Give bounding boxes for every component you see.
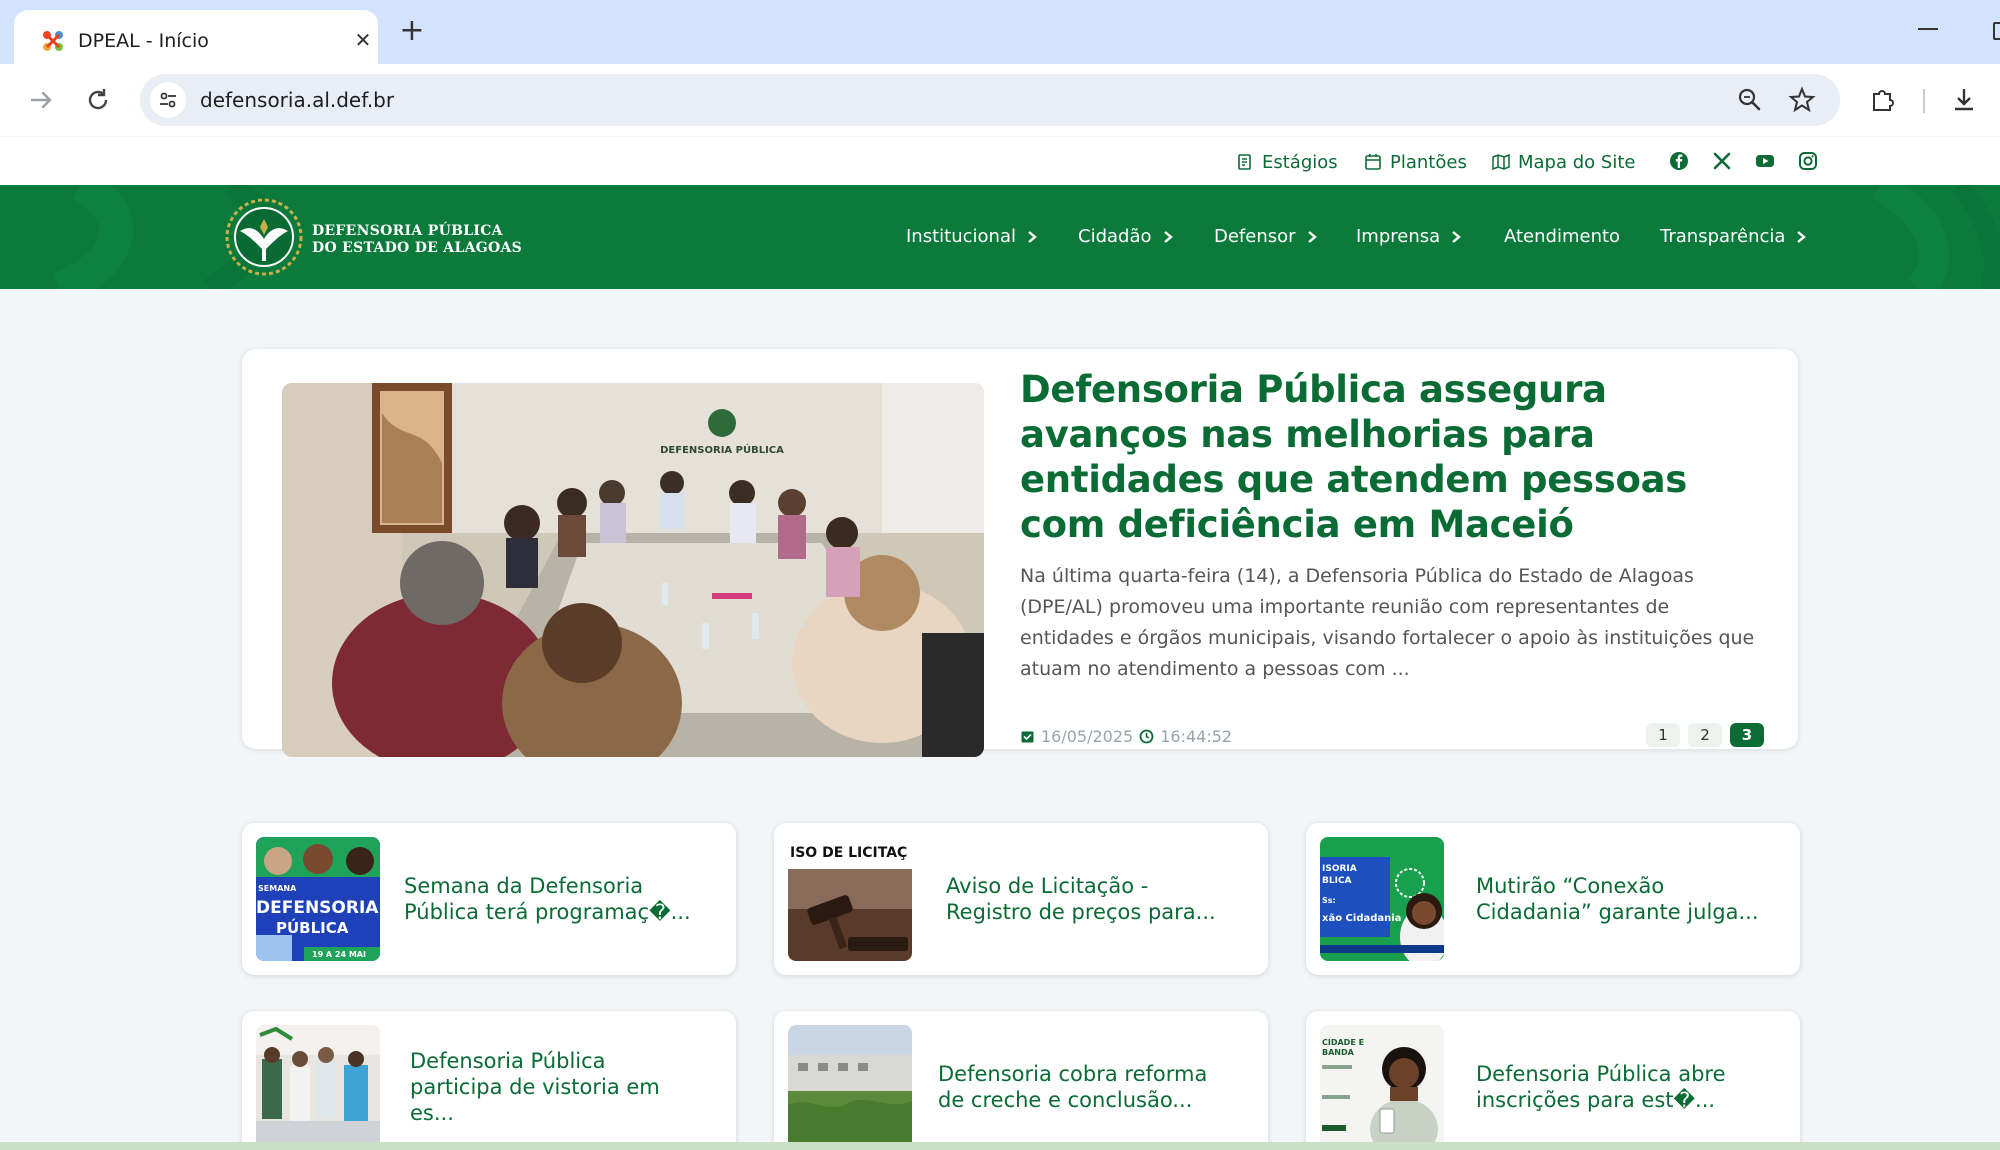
- svg-text:19 A 24 MAI: 19 A 24 MAI: [312, 950, 366, 959]
- news-thumbnail: CIDADE E BANDA: [1320, 1025, 1444, 1142]
- chevron-right-icon: [1797, 231, 1807, 243]
- browser-tab-strip: DPEAL - Início ✕ +: [0, 0, 2000, 64]
- featured-news-title[interactable]: Defensoria Pública assegura avanços nas …: [1020, 367, 1740, 547]
- svg-text:PÚBLICA: PÚBLICA: [276, 918, 349, 937]
- news-thumbnail: SEMANA DEFENSORIA PÚBLICA 19 A 24 MAI: [256, 837, 380, 961]
- svg-text:SEMANA: SEMANA: [258, 884, 297, 893]
- taskbar-edge: [0, 1142, 2000, 1150]
- clock-icon: [1139, 729, 1154, 744]
- svg-text:DEFENSORIA: DEFENSORIA: [256, 898, 379, 918]
- news-card-title[interactable]: Aviso de Licitação - Registro de preços p…: [946, 823, 1216, 975]
- youtube-icon[interactable]: [1754, 150, 1776, 172]
- calendar-icon: [1365, 154, 1381, 170]
- chevron-right-icon: [1307, 231, 1317, 243]
- close-tab-icon[interactable]: ✕: [350, 27, 376, 53]
- nav-item-cidadao[interactable]: Cidadão: [1078, 223, 1174, 251]
- nav-item-institucional[interactable]: Institucional: [906, 223, 1038, 251]
- browser-tab[interactable]: DPEAL - Início ✕: [14, 10, 378, 64]
- document-icon: [1238, 154, 1251, 170]
- photo-wall-sign: DEFENSORIA PÚBLICA: [660, 443, 784, 456]
- minimize-window-icon[interactable]: [1918, 28, 1938, 30]
- site-info-button[interactable]: [150, 82, 186, 118]
- utility-link-estagios[interactable]: Estágios: [1236, 151, 1338, 173]
- tab-title: DPEAL - Início: [78, 30, 209, 52]
- facebook-icon[interactable]: [1668, 150, 1690, 172]
- chevron-right-icon: [1452, 231, 1462, 243]
- new-tab-icon[interactable]: +: [396, 16, 428, 48]
- svg-text:BANDA: BANDA: [1322, 1048, 1355, 1057]
- meeting-photo[interactable]: DEFENSORIA PÚBLICA: [282, 383, 984, 757]
- svg-text:BLICA: BLICA: [1322, 876, 1352, 886]
- news-card[interactable]: SEMANA DEFENSORIA PÚBLICA 19 A 24 MAI Se…: [242, 823, 736, 975]
- chevron-right-icon: [1028, 231, 1037, 243]
- svg-text:Ss:: Ss:: [1322, 896, 1336, 905]
- news-card[interactable]: Defensoria Pública participa de vistoria …: [242, 1011, 736, 1142]
- featured-pagination: 1 2 3: [1646, 723, 1764, 747]
- news-card[interactable]: Defensoria cobra reforma de creche e conc…: [774, 1011, 1268, 1142]
- reload-icon[interactable]: [82, 84, 114, 116]
- download-icon[interactable]: [1948, 84, 1980, 116]
- utility-link-plantoes[interactable]: Plantões: [1364, 151, 1467, 173]
- forward-arrow-icon[interactable]: [26, 84, 58, 116]
- pagination-page-1[interactable]: 1: [1646, 723, 1680, 747]
- logo-wordmark[interactable]: DEFENSORIA PÚBLICA DO ESTADO DE ALAGOAS: [312, 223, 522, 257]
- utility-link-mapa-do-site[interactable]: Mapa do Site: [1492, 151, 1635, 173]
- zoom-icon[interactable]: [1734, 84, 1766, 116]
- news-card-title[interactable]: Defensoria Pública abre inscrições para e…: [1476, 1011, 1726, 1142]
- web-page: Estágios Plantões Mapa do Site DEFENSORI…: [0, 137, 2000, 1142]
- svg-text:ISO DE LICITAÇ: ISO DE LICITAÇ: [790, 845, 907, 861]
- tune-icon: [160, 92, 176, 108]
- featured-news-date: 16/05/2025: [1041, 727, 1134, 746]
- joomla-favicon-icon: [43, 31, 63, 51]
- x-icon[interactable]: [1711, 150, 1733, 172]
- featured-news-excerpt: Na última quarta-feira (14), a Defensori…: [1020, 565, 1755, 680]
- featured-news-meta: 16/05/2025 16:44:52: [1020, 727, 1232, 746]
- main-navbar: DEFENSORIA PÚBLICA DO ESTADO DE ALAGOAS …: [0, 185, 2000, 289]
- url-text[interactable]: defensoria.al.def.br: [200, 86, 394, 114]
- news-thumbnail: ISO DE LICITAÇ: [788, 837, 912, 961]
- news-card-title[interactable]: Semana da Defensoria Pública terá program…: [404, 823, 691, 975]
- featured-news-time: 16:44:52: [1160, 727, 1233, 746]
- nav-item-atendimento[interactable]: Atendimento: [1504, 223, 1620, 251]
- nav-item-defensor[interactable]: Defensor: [1214, 223, 1318, 251]
- news-thumbnail: ISORIA BLICA Ss: xão Cidadania: [1320, 837, 1444, 961]
- news-thumbnail: [256, 1025, 380, 1142]
- svg-text:CIDADE E: CIDADE E: [1322, 1038, 1364, 1047]
- nav-item-imprensa[interactable]: Imprensa: [1356, 223, 1462, 251]
- news-card-title[interactable]: Defensoria Pública participa de vistoria …: [410, 1011, 660, 1142]
- featured-news-card[interactable]: DEFENSORIA PÚBLICA Defensoria Pública as…: [242, 349, 1798, 757]
- pagination-page-3[interactable]: 3: [1730, 723, 1764, 747]
- svg-text:ISORIA: ISORIA: [1322, 864, 1357, 874]
- defensoria-logo-emblem: [225, 198, 303, 276]
- svg-text:xão Cidadania: xão Cidadania: [1322, 913, 1401, 924]
- utility-bar: Estágios Plantões Mapa do Site: [0, 137, 2000, 185]
- extensions-icon[interactable]: [1866, 84, 1898, 116]
- chevron-right-icon: [1163, 231, 1173, 243]
- bookmark-star-icon[interactable]: [1786, 84, 1818, 116]
- address-bar[interactable]: defensoria.al.def.br: [140, 74, 1840, 126]
- news-card[interactable]: ISO DE LICITAÇ Aviso de Licitação - Regis…: [774, 823, 1268, 975]
- news-card[interactable]: CIDADE E BANDA Defensoria Pública abre in…: [1306, 1011, 1800, 1142]
- news-thumbnail: [788, 1025, 912, 1142]
- browser-toolbar: defensoria.al.def.br: [0, 64, 2000, 136]
- toolbar-separator: [1923, 89, 1925, 113]
- calendar-check-icon: [1021, 731, 1034, 743]
- pagination-page-2[interactable]: 2: [1688, 723, 1722, 747]
- news-card[interactable]: ISORIA BLICA Ss: xão Cidadania Mutirão “…: [1306, 823, 1800, 975]
- map-icon: [1492, 153, 1510, 171]
- instagram-icon[interactable]: [1797, 150, 1819, 172]
- news-card-title[interactable]: Mutirão “Conexão Cidadania” garante julga…: [1476, 823, 1759, 975]
- maximize-window-icon[interactable]: [1993, 22, 2000, 40]
- news-card-title[interactable]: Defensoria cobra reforma de creche e conc…: [938, 1011, 1207, 1142]
- nav-item-transparencia[interactable]: Transparência: [1660, 223, 1807, 251]
